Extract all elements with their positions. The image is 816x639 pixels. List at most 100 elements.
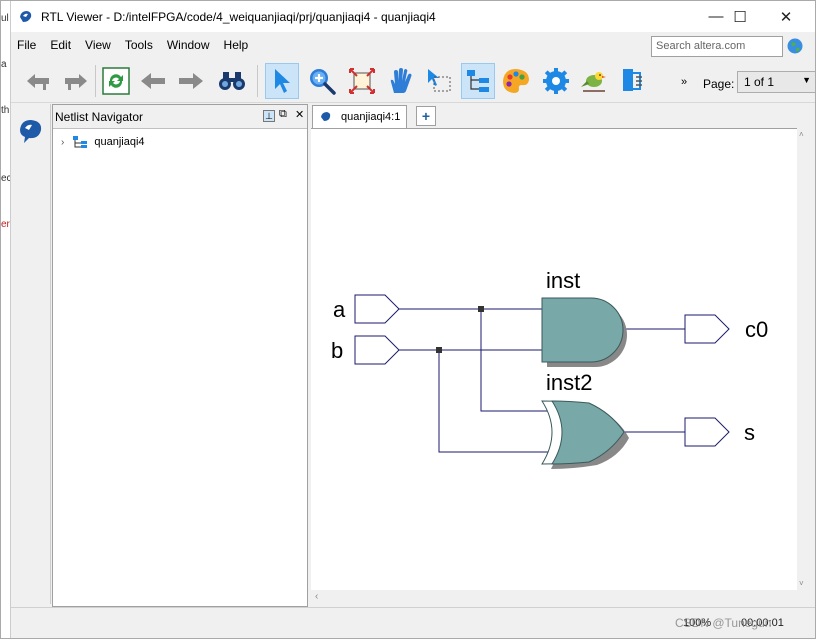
zoom-tool-button[interactable]	[305, 63, 339, 99]
left-rail	[11, 104, 51, 604]
float-window-icon[interactable]: ⧉	[279, 108, 287, 121]
output-port-s[interactable]	[684, 417, 730, 447]
input-label-b: b	[331, 338, 343, 363]
chevron-right-icon[interactable]: ›	[61, 137, 64, 148]
color-settings-button[interactable]	[499, 63, 533, 99]
menu-window[interactable]: Window	[161, 38, 218, 52]
app-logo-icon	[20, 10, 32, 22]
edge-fragment: a	[1, 59, 7, 70]
netlist-navigator-panel: Netlist Navigator ⊥ ⧉ ✕ › quanjiaqi4	[52, 104, 308, 607]
fit-window-button[interactable]	[345, 63, 379, 99]
scroll-down-icon[interactable]: ˅	[799, 579, 804, 588]
input-port-b[interactable]	[354, 335, 400, 365]
close-icon: ✕	[779, 8, 793, 26]
refresh-icon	[102, 67, 130, 95]
hierarchy-node-icon	[73, 136, 88, 148]
chevron-down-icon: ▼	[802, 75, 811, 85]
edge-fragment: ul	[1, 13, 9, 24]
vertical-scrollbar[interactable]: ˄ ˅	[797, 128, 809, 590]
back-arrow-icon	[27, 74, 49, 90]
globe-icon[interactable]	[787, 38, 803, 54]
watermark: CSDN @Tunegun	[675, 616, 772, 630]
gear-icon	[543, 68, 569, 94]
tab-label: quanjiaqi4:1	[341, 111, 401, 123]
hierarchy-view-button[interactable]	[461, 63, 495, 99]
wire-b-to-or	[438, 350, 551, 453]
forward-arrow-icon	[65, 74, 87, 90]
status-bar: 100% 00:00:01 CSDN @Tunegun	[11, 607, 815, 638]
close-button[interactable]: ✕	[763, 1, 809, 32]
history-forward-button[interactable]	[173, 63, 207, 99]
find-button[interactable]	[215, 63, 249, 99]
bird-icon	[581, 72, 606, 92]
output-label-s: s	[744, 420, 755, 445]
gate-label-inst2: inst2	[546, 370, 592, 395]
schematic-canvas[interactable]: a b inst inst2 c0 s	[311, 128, 797, 590]
search-input[interactable]: Search altera.com	[651, 36, 783, 57]
region-select-icon	[428, 69, 451, 92]
tree-item-root[interactable]: › quanjiaqi4	[61, 135, 145, 149]
tab-quanjiaqi4[interactable]: quanjiaqi4:1	[312, 105, 408, 128]
edge-fragment: ec	[1, 173, 11, 184]
binoculars-icon	[219, 72, 245, 90]
schematic-view: quanjiaqi4:1 + a b inst inst2 c0 s ˄ ˅ ‹	[311, 104, 809, 606]
tree-item-label: quanjiaqi4	[94, 136, 145, 148]
scroll-left-icon[interactable]: ‹	[315, 591, 318, 602]
menu-help[interactable]: Help	[218, 38, 257, 52]
background-window-edge: ul a th ec er	[1, 1, 11, 638]
menu-tools[interactable]: Tools	[119, 38, 161, 52]
page-label: Page:	[703, 77, 735, 91]
selection-tool-button[interactable]	[265, 63, 299, 99]
quartus-logo-icon[interactable]	[16, 116, 46, 146]
history-back-icon	[141, 73, 165, 89]
menu-view[interactable]: View	[79, 38, 119, 52]
page-select[interactable]: 1 of 1 ▼	[737, 71, 815, 93]
edge-fragment: th	[1, 105, 10, 116]
fit-to-window-icon	[349, 68, 375, 94]
horizontal-scrollbar[interactable]: ‹	[311, 590, 797, 606]
input-label-a: a	[333, 297, 346, 322]
junction-b	[436, 347, 442, 353]
back-button[interactable]	[23, 63, 57, 99]
close-panel-icon[interactable]: ✕	[295, 108, 304, 121]
rtl-viewer-window: ul a th ec er RTL Viewer - D:/intelFPGA/…	[0, 0, 816, 639]
junction-a	[478, 306, 484, 312]
menu-edit[interactable]: Edit	[44, 38, 79, 52]
netlist-tree: › quanjiaqi4	[53, 129, 307, 606]
edge-fragment: er	[1, 219, 10, 230]
output-label-c0: c0	[745, 317, 768, 342]
page-select-value: 1 of 1	[744, 75, 775, 89]
toolbar-separator	[257, 65, 258, 97]
netlist-export-button[interactable]	[615, 63, 649, 99]
pin-icon[interactable]: ⊥	[263, 110, 275, 122]
refresh-button[interactable]	[99, 63, 133, 99]
add-tab-button[interactable]: +	[416, 106, 436, 126]
input-port-a[interactable]	[354, 294, 400, 324]
toolbar-overflow-button[interactable]: »	[681, 76, 687, 88]
maximize-button[interactable]: ☐	[717, 1, 763, 32]
history-back-button[interactable]	[137, 63, 171, 99]
menu-bar: File Edit View Tools Window Help Search …	[11, 32, 815, 58]
scroll-up-icon[interactable]: ˄	[799, 130, 804, 139]
maximize-icon: ☐	[733, 8, 747, 26]
plus-icon: +	[421, 108, 431, 124]
hand-tool-button[interactable]	[383, 63, 417, 99]
palette-icon	[503, 69, 529, 93]
title-bar: RTL Viewer - D:/intelFPGA/code/4_weiquan…	[11, 1, 815, 32]
forward-button[interactable]	[57, 63, 91, 99]
bird-tool-button[interactable]	[577, 63, 611, 99]
netlist-navigator-header: Netlist Navigator ⊥ ⧉ ✕	[53, 105, 307, 129]
settings-button[interactable]	[539, 63, 573, 99]
schematic-svg: a b inst inst2 c0 s	[331, 268, 768, 469]
and-gate-inst[interactable]	[541, 297, 624, 363]
app-logo-icon	[321, 112, 331, 121]
gate-label-inst: inst	[546, 268, 580, 293]
hand-pan-icon	[390, 68, 412, 93]
window-title: RTL Viewer - D:/intelFPGA/code/4_weiquan…	[41, 9, 436, 24]
pointer-arrow-icon	[275, 69, 290, 93]
toolbar-separator	[95, 65, 96, 97]
netlist-export-icon	[623, 69, 642, 91]
menu-file[interactable]: File	[11, 38, 44, 52]
output-port-c0[interactable]	[684, 314, 730, 344]
select-region-button[interactable]	[421, 63, 455, 99]
